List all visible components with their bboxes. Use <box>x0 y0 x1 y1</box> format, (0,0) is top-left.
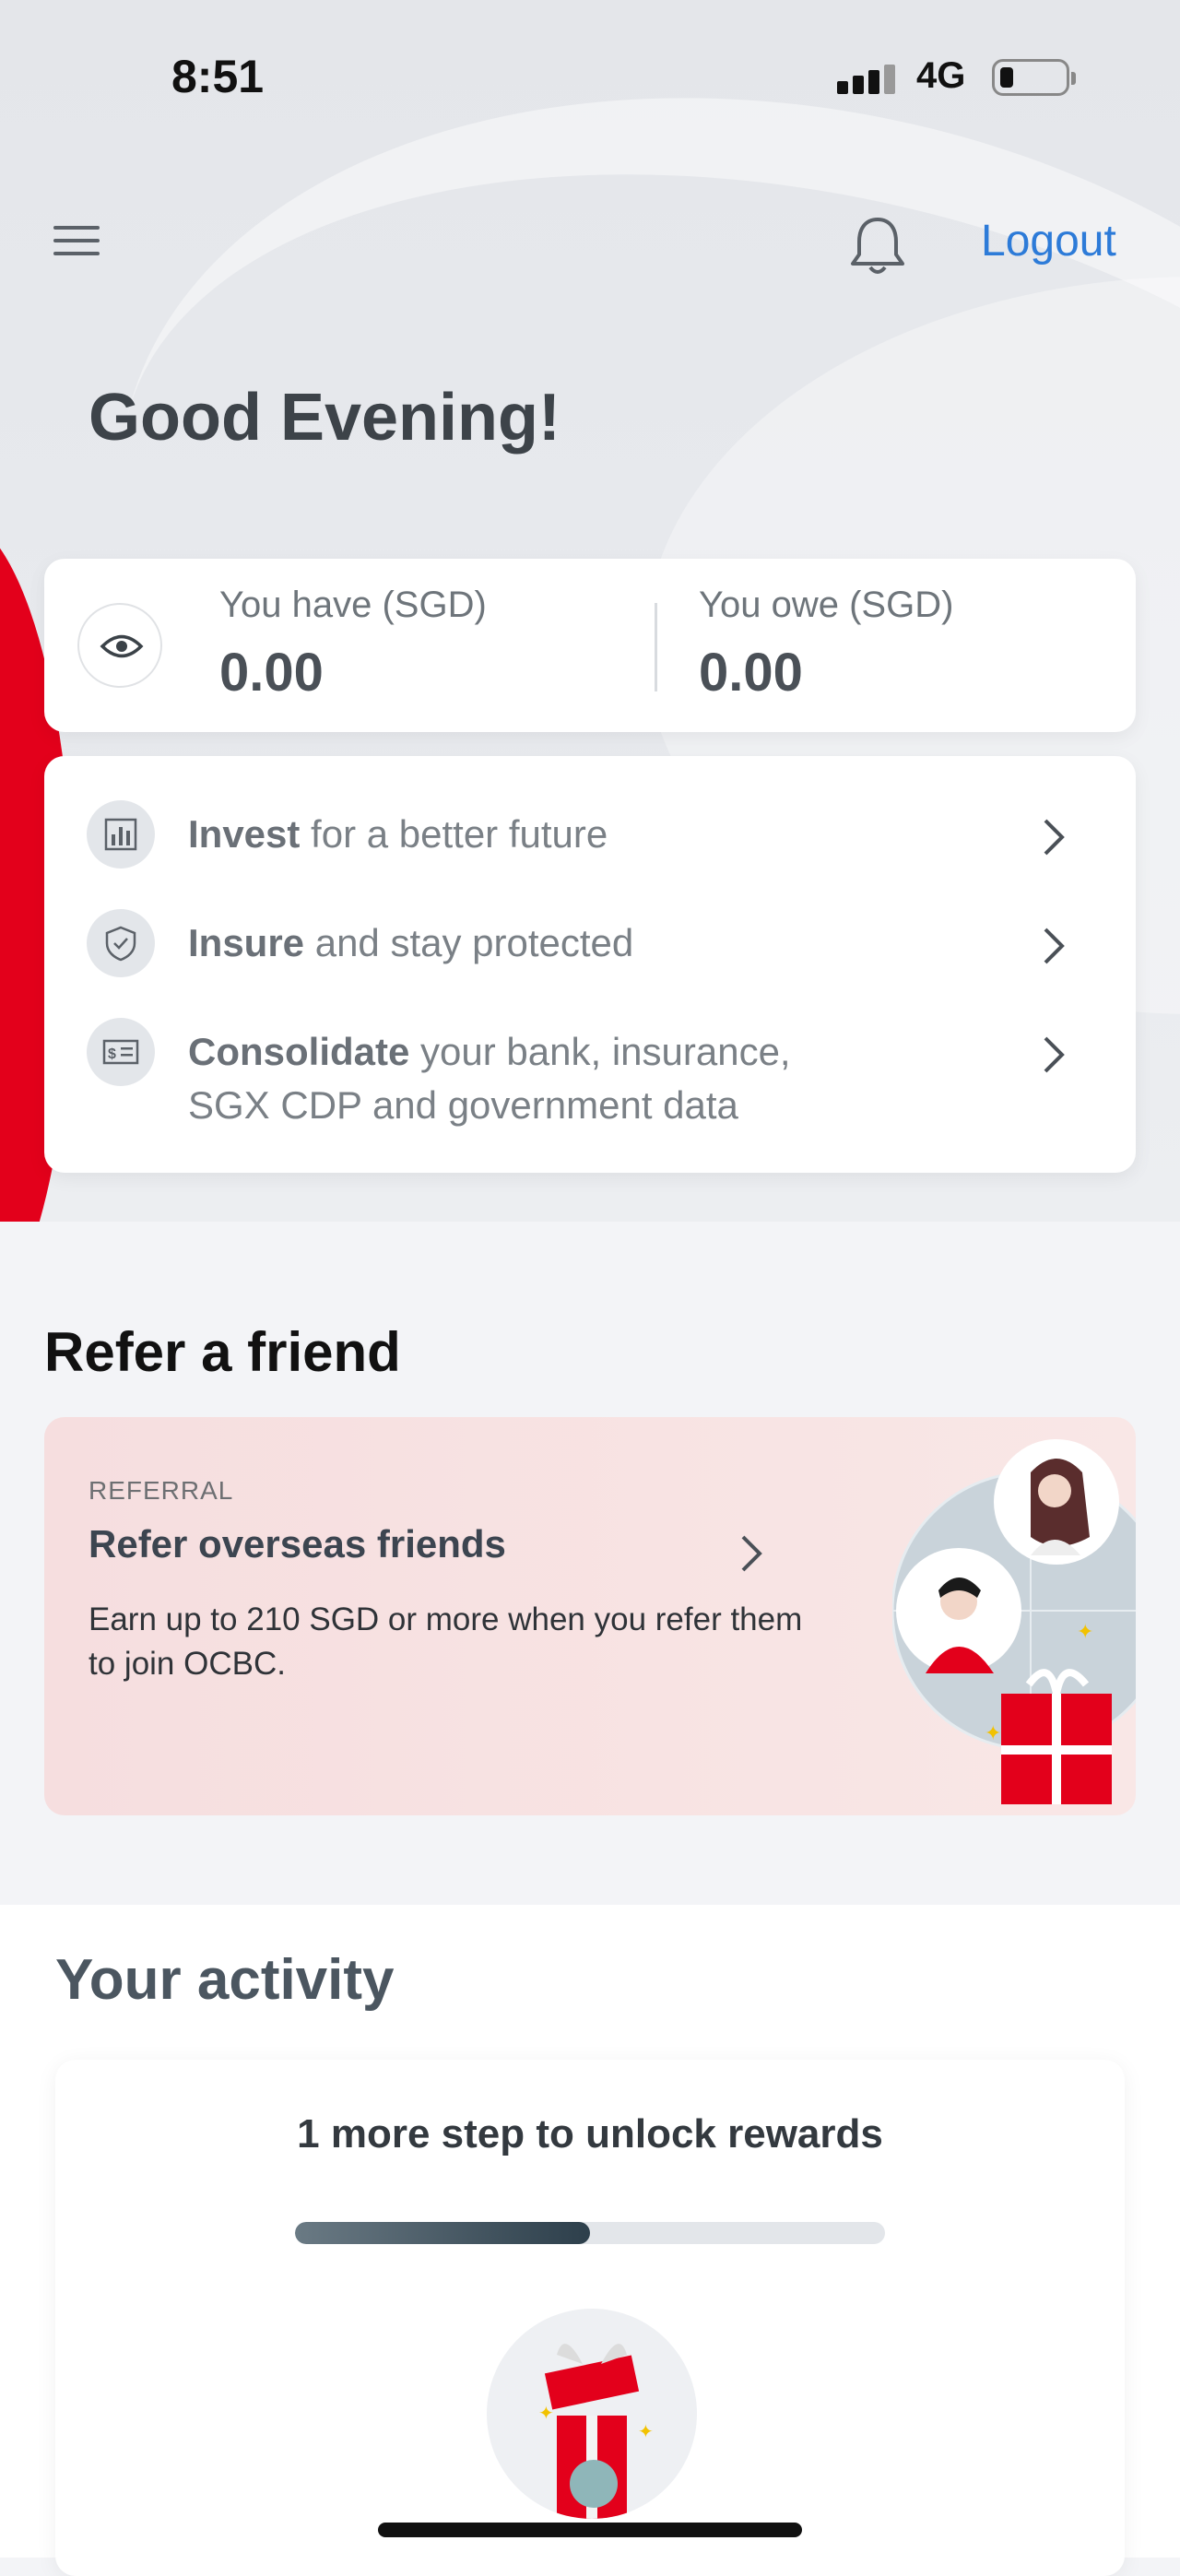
action-insure[interactable]: Insure and stay protected <box>44 909 1136 983</box>
action-bold-label: Consolidate <box>188 1030 410 1073</box>
action-invest[interactable]: Invest for a better future <box>44 800 1136 874</box>
action-bold-label: Invest <box>188 812 301 856</box>
you-owe-value: 0.00 <box>699 643 803 703</box>
you-have-value: 0.00 <box>219 643 324 703</box>
home-indicator <box>378 2523 802 2537</box>
action-consolidate[interactable]: $ Consolidate your bank, insurance, SGX … <box>44 1018 1136 1138</box>
progress-fill <box>295 2222 590 2244</box>
eye-icon[interactable] <box>77 603 162 688</box>
you-owe-label: You owe (SGD) <box>699 585 954 625</box>
dollar-document-icon: $ <box>87 1018 155 1086</box>
logout-link[interactable]: Logout <box>981 216 1116 266</box>
referral-description: Earn up to 210 SGD or more when you refe… <box>88 1601 803 1682</box>
svg-text:✦: ✦ <box>985 1722 1001 1745</box>
bell-icon[interactable] <box>848 214 907 277</box>
action-label-line2: SGX CDP and government data <box>188 1083 738 1127</box>
svg-text:✦: ✦ <box>1077 1621 1093 1644</box>
referral-title: Refer overseas friends <box>88 1522 506 1566</box>
rewards-card[interactable]: 1 more step to unlock rewards ✦ ✦ <box>55 2060 1125 2576</box>
gift-icon: ✦ ✦ <box>487 2309 697 2519</box>
hamburger-menu-icon[interactable] <box>53 226 100 263</box>
chevron-right-icon <box>1044 1036 1065 1073</box>
you-have-label: You have (SGD) <box>219 585 487 625</box>
action-label: your bank, insurance, <box>409 1030 791 1073</box>
signal-icon <box>837 65 895 94</box>
battery-icon <box>992 59 1076 96</box>
referral-tag: REFERRAL <box>88 1476 234 1505</box>
chevron-right-icon <box>1044 928 1065 964</box>
shield-check-icon <box>87 909 155 977</box>
svg-text:✦: ✦ <box>638 2420 654 2442</box>
balance-divider <box>655 603 657 691</box>
svg-text:✦: ✦ <box>538 2402 554 2424</box>
rewards-progress-bar <box>295 2222 885 2244</box>
status-time: 8:51 <box>171 51 265 102</box>
referral-illustration: ✦ ✦ <box>892 1439 1136 1804</box>
balance-card: You have (SGD) 0.00 You owe (SGD) 0.00 <box>44 559 1136 732</box>
chevron-right-icon <box>1044 819 1065 856</box>
action-label: for a better future <box>300 812 608 856</box>
referral-card[interactable]: REFERRAL Refer overseas friends Earn up … <box>44 1417 1136 1815</box>
action-label: and stay protected <box>304 921 634 964</box>
chevron-right-icon <box>741 1535 762 1572</box>
quick-actions-card: Invest for a better future Insure and st… <box>44 756 1136 1173</box>
svg-text:$: $ <box>108 1046 116 1062</box>
refer-section-title: Refer a friend <box>44 1321 401 1383</box>
network-label: 4G <box>916 55 966 96</box>
status-bar: 8:51 4G <box>0 37 1180 120</box>
rewards-headline: 1 more step to unlock rewards <box>297 2111 883 2157</box>
activity-section-title: Your activity <box>55 1948 395 2012</box>
bar-chart-icon <box>87 800 155 869</box>
action-bold-label: Insure <box>188 921 305 964</box>
greeting-title: Good Evening! <box>88 381 560 455</box>
